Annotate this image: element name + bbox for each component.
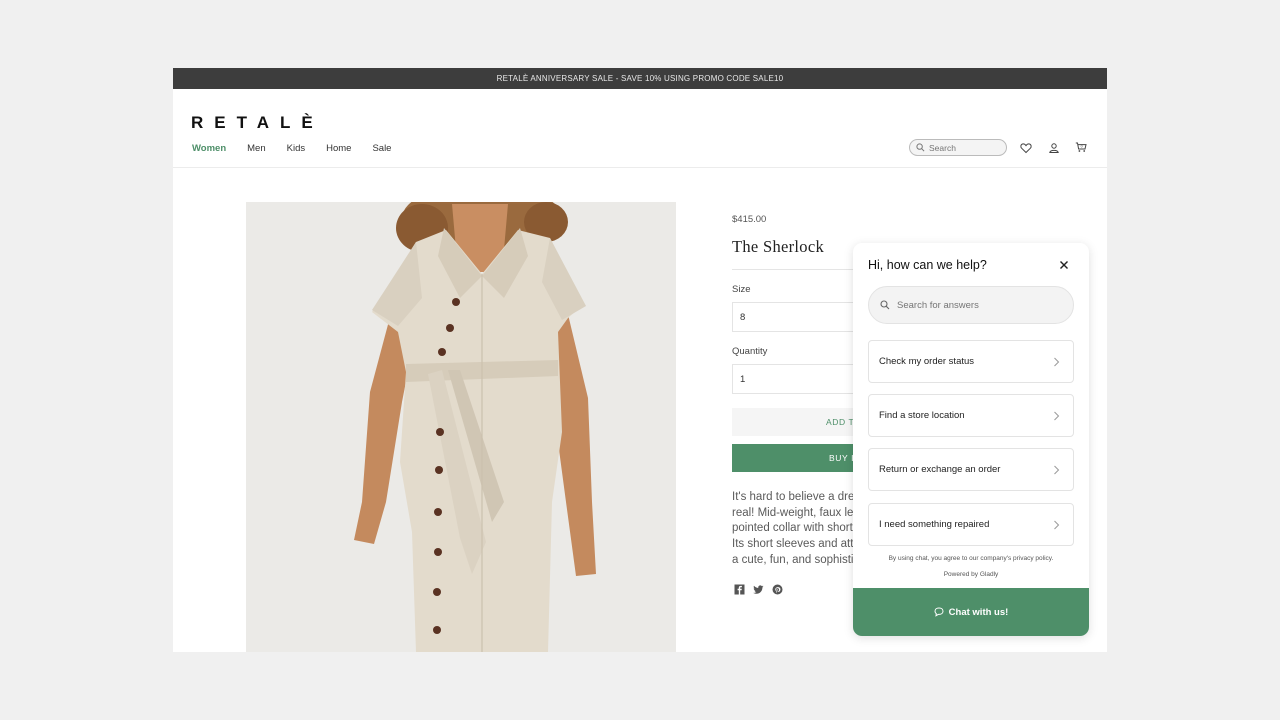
pinterest-icon[interactable] — [772, 582, 783, 595]
chat-button-label: Chat with us! — [948, 606, 1009, 618]
chevron-right-icon — [1054, 520, 1060, 530]
dress-photo — [246, 202, 676, 652]
description-line: pointed collar with short — [732, 522, 853, 535]
product-description: It's hard to believe a dress real! Mid-w… — [732, 490, 872, 569]
chat-option-label: Check my order status — [879, 356, 975, 367]
description-line: real! Mid-weight, faux leather — [732, 506, 872, 519]
site-header: RETALÈ Women Men Kids Home Sale 0 — [173, 89, 1107, 168]
chat-option-label: Return or exchange an order — [879, 464, 1001, 475]
chat-bubble-icon — [934, 607, 944, 617]
nav-kids[interactable]: Kids — [287, 143, 305, 154]
chat-with-us-button[interactable]: Chat with us! — [853, 588, 1089, 636]
main-nav: Women Men Kids Home Sale — [192, 143, 412, 154]
chat-option-return-exchange[interactable]: Return or exchange an order — [868, 448, 1074, 491]
nav-sale[interactable]: Sale — [372, 143, 391, 154]
quantity-input[interactable]: 1 — [732, 364, 872, 394]
nav-men[interactable]: Men — [247, 143, 265, 154]
promo-banner: RETALÈ ANNIVERSARY SALE - SAVE 10% USING… — [173, 68, 1107, 89]
cart-icon[interactable]: 0 — [1075, 141, 1087, 153]
nav-home[interactable]: Home — [326, 143, 351, 154]
title-divider — [732, 269, 872, 270]
powered-by: Powered by Gladly — [943, 571, 999, 578]
store-logo[interactable]: RETALÈ — [191, 113, 324, 133]
header-search-input[interactable] — [929, 142, 999, 153]
product-image[interactable] — [246, 202, 676, 652]
chat-option-label: I need something repaired — [879, 519, 990, 530]
facebook-icon[interactable] — [734, 582, 745, 595]
social-share — [734, 582, 783, 595]
description-line: It's hard to believe a dress — [732, 491, 866, 503]
chat-option-order-status[interactable]: Check my order status — [868, 340, 1074, 383]
chat-search-input[interactable] — [897, 299, 1057, 311]
chat-option-label: Find a store location — [879, 410, 965, 421]
quantity-label: Quantity — [732, 346, 768, 357]
chat-search[interactable] — [868, 286, 1074, 324]
close-icon[interactable] — [1058, 259, 1070, 271]
header-search[interactable] — [909, 139, 1007, 156]
help-chat-widget: Hi, how can we help? Check my order stat… — [853, 243, 1089, 636]
size-select[interactable]: 8 — [732, 302, 872, 332]
description-line: a cute, fun, and sophisticated — [732, 553, 872, 566]
add-to-cart-button[interactable]: ADD TO CART — [732, 408, 872, 436]
size-label: Size — [732, 284, 751, 295]
buy-now-button[interactable]: BUY IT NOW — [732, 444, 872, 472]
product-title: The Sherlock — [732, 237, 825, 256]
description-line: Its short sleeves and attached — [732, 538, 872, 551]
chat-option-repair[interactable]: I need something repaired — [868, 503, 1074, 546]
cart-count: 0 — [1081, 144, 1083, 148]
chevron-right-icon — [1054, 411, 1060, 421]
search-icon — [916, 143, 925, 152]
twitter-icon[interactable] — [753, 582, 764, 594]
privacy-note: By using chat, you agree to our company'… — [888, 555, 1054, 562]
product-price: $415.00 — [732, 214, 767, 225]
heart-icon[interactable] — [1020, 142, 1032, 154]
user-icon[interactable] — [1048, 142, 1060, 154]
chat-option-store-location[interactable]: Find a store location — [868, 394, 1074, 437]
search-icon — [880, 300, 890, 310]
nav-women[interactable]: Women — [192, 143, 226, 154]
chevron-right-icon — [1054, 465, 1060, 475]
chevron-right-icon — [1054, 357, 1060, 367]
promo-text: RETALÈ ANNIVERSARY SALE - SAVE 10% USING… — [496, 74, 784, 83]
chat-title: Hi, how can we help? — [868, 258, 987, 272]
